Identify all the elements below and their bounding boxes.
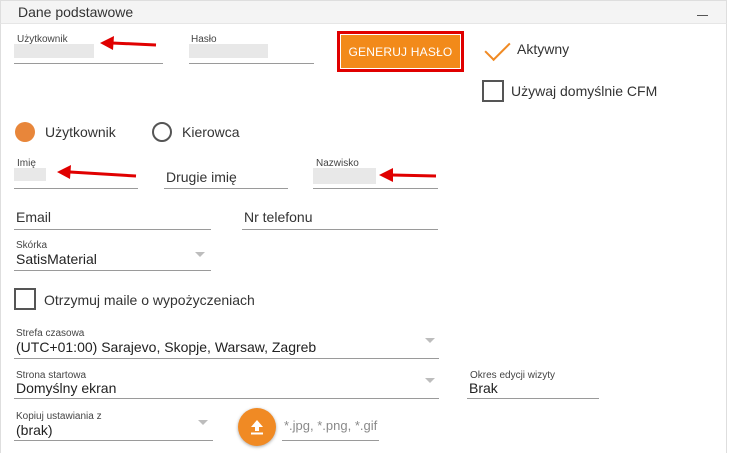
phone-input[interactable] [242,229,438,230]
copy-settings-value: (brak) [16,422,53,438]
upload-button[interactable] [238,408,276,446]
copy-settings-label: Kopiuj ustawiania z [16,411,102,422]
start-page-dropdown-icon[interactable] [425,378,435,383]
timezone-value: (UTC+01:00) Sarajevo, Skopje, Warsaw, Za… [16,339,317,355]
timezone-select[interactable] [14,358,439,359]
radio-user[interactable] [15,122,35,142]
collapse-icon[interactable] [697,15,708,16]
upload-placeholder: *.jpg, *.png, *.gif [284,418,378,433]
mail-notifications-checkbox[interactable] [14,288,36,310]
timezone-label: Strefa czasowa [16,328,85,339]
visit-edit-input[interactable] [467,398,599,399]
phone-placeholder: Nr telefonu [244,209,313,225]
username-value-redacted [14,44,94,58]
radio-driver-label: Kierowca [182,124,240,140]
radio-driver[interactable] [152,122,172,142]
skin-dropdown-icon[interactable] [195,252,205,257]
middle-name-input[interactable] [164,188,288,189]
default-cfm-checkbox[interactable] [482,80,504,102]
upload-icon [251,420,263,435]
panel-title: Dane podstawowe [18,4,134,20]
radio-user-label: Użytkownik [45,124,116,140]
first-name-input[interactable] [14,188,138,189]
first-name-value-redacted [14,168,46,181]
last-name-input[interactable] [313,188,438,189]
start-page-select[interactable] [14,398,439,399]
copy-settings-select[interactable] [14,440,213,441]
skin-label: Skórka [16,240,48,251]
mail-notifications-label: Otrzymuj maile o wypożyczeniach [44,292,255,308]
start-page-value: Domyślny ekran [16,380,117,396]
username-input[interactable] [14,63,163,64]
email-input[interactable] [14,229,211,230]
skin-select[interactable] [14,270,211,271]
password-value-redacted [189,44,268,58]
generate-password-button[interactable]: GENERUJ HASŁO [341,35,460,68]
upload-input[interactable] [282,440,379,441]
timezone-dropdown-icon[interactable] [425,338,435,343]
visit-edit-value: Brak [469,380,498,396]
last-name-value-redacted [313,168,376,184]
copy-settings-dropdown-icon[interactable] [198,420,208,425]
active-label: Aktywny [517,41,570,57]
middle-name-input-placeholder: Drugie imię [166,169,237,185]
password-input[interactable] [189,63,314,64]
skin-value: SatisMaterial [16,251,97,267]
default-cfm-label: Używaj domyślnie CFM [511,83,658,99]
email-placeholder: Email [16,209,52,225]
